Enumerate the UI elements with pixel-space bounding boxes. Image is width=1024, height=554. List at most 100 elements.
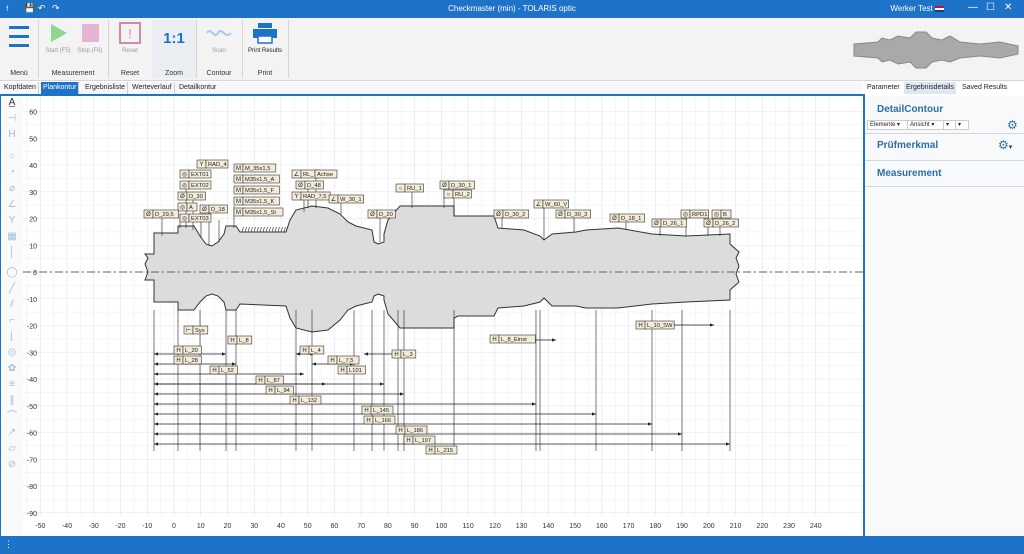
measure-label-l20[interactable]: H L_20 bbox=[173, 345, 202, 355]
slope-tool-icon[interactable]: ╱ bbox=[6, 283, 18, 295]
measure-label-m35c[interactable]: M M35x1,5_F bbox=[233, 185, 280, 195]
parallel-tool-icon[interactable]: ∥ bbox=[6, 395, 18, 407]
plan-contour-view[interactable]: A̲ ⊣ H ○ ◔ ⌀ ∠ Y ▦ │ ◯ ╱ ⫽ ⌐ ⌊ ◎ ✿ ≡ ∥ ⌒… bbox=[0, 94, 865, 538]
menu-hamburger-icon[interactable] bbox=[9, 26, 29, 47]
tab-kopfdaten[interactable]: Kopfdaten bbox=[2, 82, 39, 94]
radius-tool-icon[interactable]: Y bbox=[6, 215, 18, 227]
angle-tool-icon[interactable]: ∠ bbox=[6, 199, 18, 211]
measure-label-text: EXT02 bbox=[191, 183, 209, 189]
measure-label-l52[interactable]: H L_52 bbox=[209, 365, 238, 375]
measure-label-w301[interactable]: ∠ W_30_1 bbox=[328, 194, 364, 204]
measure-label-d302[interactable]: Ø D_30_2 bbox=[493, 209, 529, 219]
cursor-tool-icon[interactable]: A̲ bbox=[6, 97, 18, 109]
measure-label-text: D_30_2 bbox=[505, 212, 525, 218]
ellipse-tool-icon[interactable]: ◯ bbox=[6, 267, 18, 279]
concentric-tool-icon[interactable]: ◎ bbox=[6, 347, 18, 359]
measure-label-l145[interactable]: H L_145 bbox=[361, 405, 394, 415]
measure-label-l8einst[interactable]: H L_8_Einst bbox=[489, 334, 536, 344]
double-slope-tool-icon[interactable]: ⫽ bbox=[6, 299, 18, 311]
gear-tool-icon[interactable]: ✿ bbox=[6, 363, 18, 375]
tab-plankontur[interactable]: Plankontur bbox=[41, 82, 80, 94]
line-tool-icon[interactable]: │ bbox=[6, 247, 18, 259]
measure-label-rad75[interactable]: Y RAD_7,5 bbox=[291, 191, 331, 201]
measure-label-l197[interactable]: H L_197 bbox=[403, 435, 436, 445]
detail-settings-gear-icon[interactable]: ⚙ bbox=[1007, 118, 1018, 132]
measure-label-d301[interactable]: Ø D_30_1 bbox=[439, 180, 475, 190]
user-name[interactable]: 👤 Werker Test bbox=[878, 4, 944, 13]
view-option2-dropdown[interactable]: ▾ bbox=[955, 120, 969, 130]
measure-label-l75[interactable]: H L_7,5 bbox=[327, 355, 360, 365]
measure-label-l132[interactable]: H L_132 bbox=[289, 395, 322, 405]
distance-tool-icon[interactable]: H bbox=[6, 129, 18, 141]
measure-label-l166[interactable]: H L_166 bbox=[363, 415, 396, 425]
tab-saved-results[interactable]: Saved Results bbox=[960, 82, 1009, 94]
runout-tool-icon[interactable]: ↗ bbox=[6, 427, 18, 439]
flatness-tool-icon[interactable]: ▱ bbox=[6, 443, 18, 455]
measure-label-d261[interactable]: Ø D_26_1 bbox=[651, 218, 687, 228]
measure-label-l3[interactable]: H L_3 bbox=[391, 349, 417, 359]
measure-label-l101[interactable]: H L101 bbox=[337, 365, 366, 375]
measure-label-d303[interactable]: Ø D_30_3 bbox=[555, 209, 591, 219]
measure-label-m35e[interactable]: M M35x1,5_St bbox=[233, 207, 284, 217]
measure-label-b[interactable]: ◎ B bbox=[711, 209, 732, 219]
reset-button[interactable]: ! Reset bbox=[110, 22, 150, 54]
measure-label-ru1[interactable]: ○ RU_1 bbox=[395, 183, 424, 193]
measure-label-l94[interactable]: H L_94 bbox=[265, 385, 294, 395]
ansicht-dropdown[interactable]: Ansicht ▾ bbox=[907, 120, 945, 130]
hatch-tool-icon[interactable]: ≡ bbox=[6, 379, 18, 391]
measure-label-d295[interactable]: Ø D_29,5 bbox=[143, 209, 179, 219]
measure-label-sys[interactable]: ⊢ Sys bbox=[183, 325, 209, 335]
measure-label-achse[interactable]: Achse bbox=[314, 169, 338, 179]
zoom-button[interactable]: 1:1 bbox=[152, 30, 196, 47]
tab-detailkontur[interactable]: Detailkontur bbox=[177, 82, 218, 94]
status-menu-icon[interactable]: ⋮ bbox=[4, 539, 13, 550]
measure-label-d18[interactable]: Ø D_18 bbox=[199, 204, 228, 214]
tab-ergebnisdetails[interactable]: Ergebnisdetails bbox=[904, 82, 956, 94]
measure-label-a[interactable]: ◎ A bbox=[177, 202, 198, 212]
measure-label-ext02[interactable]: ◎ EXT02 bbox=[179, 180, 212, 190]
close-button[interactable]: ✕ bbox=[1004, 2, 1012, 13]
measure-label-l4[interactable]: H L_4 bbox=[299, 345, 325, 355]
measure-label-d30[interactable]: Ø D_30 bbox=[177, 191, 206, 201]
step-tool-icon[interactable]: ⌐ bbox=[6, 315, 18, 327]
measure-label-m35a[interactable]: M M_35x1,5 bbox=[233, 163, 277, 173]
thread-tool-icon[interactable]: ▦ bbox=[6, 231, 18, 243]
tab-ergebnisliste[interactable]: Ergebnisliste bbox=[83, 82, 129, 94]
position-tool-icon[interactable]: ⊘ bbox=[6, 459, 18, 471]
measure-label-d181[interactable]: Ø D_18_1 bbox=[609, 213, 645, 223]
contour-plot[interactable]: 6050403020100-10-20-30-40-50-60-70-80-90… bbox=[23, 96, 863, 538]
circle-tool-icon[interactable]: ○ bbox=[6, 151, 18, 163]
scan-button[interactable]: Scan bbox=[199, 22, 239, 54]
measure-label-ext01[interactable]: ◎ EXT01 bbox=[179, 169, 212, 179]
print-results-button[interactable]: Print Results bbox=[245, 22, 285, 54]
measure-label-l87[interactable]: H L_87 bbox=[255, 375, 284, 385]
elemente-dropdown[interactable]: Elemente ▾ bbox=[867, 120, 909, 130]
measure-label-d262[interactable]: Ø D_26_2 bbox=[703, 218, 739, 228]
measure-label-rad4[interactable]: Y RAD_4 bbox=[196, 159, 229, 169]
measure-label-l186[interactable]: H L_186 bbox=[395, 425, 428, 435]
measure-label-l215[interactable]: H L_215 bbox=[425, 445, 458, 455]
pruefmerkmal-gear-icon[interactable]: ⚙▾ bbox=[998, 138, 1012, 152]
measure-label-ru2[interactable]: ○ RU_2 bbox=[443, 189, 472, 199]
measure-label-m35b[interactable]: M M35x1,5_A bbox=[233, 174, 280, 184]
profile-tool-icon[interactable]: ⌊ bbox=[6, 331, 18, 343]
stop-button[interactable]: Stop (F6) bbox=[70, 22, 110, 54]
diameter-tool-icon[interactable]: ⌀ bbox=[6, 183, 18, 195]
vertical-line-tool-icon[interactable]: ⊣ bbox=[6, 113, 18, 125]
maximize-button[interactable]: ☐ bbox=[986, 2, 995, 13]
measure-label-m35d[interactable]: M M35x1,5_K bbox=[233, 196, 280, 206]
measure-label-w60v[interactable]: ∠ W_60_V bbox=[533, 199, 569, 209]
minimize-button[interactable]: — bbox=[968, 2, 978, 13]
tab-werteverlauf[interactable]: Werteverlauf bbox=[130, 82, 175, 94]
tab-parameter[interactable]: Parameter bbox=[865, 82, 902, 94]
curve-tool-icon[interactable]: ⌒ bbox=[6, 411, 18, 423]
measure-label-ext03[interactable]: ◎ EXT03 bbox=[179, 213, 212, 223]
measure-label-d48[interactable]: Ø D_48 bbox=[295, 180, 324, 190]
measure-label-rpd1[interactable]: ◎ RPD1 bbox=[680, 209, 709, 219]
measure-label-l28[interactable]: H L_28 bbox=[173, 355, 202, 365]
arc-tool-icon[interactable]: ◔ bbox=[6, 167, 18, 179]
measure-symbol-icon: Ø bbox=[496, 212, 501, 218]
measure-label-l8[interactable]: H L_8 bbox=[227, 335, 253, 345]
measure-label-d20[interactable]: Ø D_20 bbox=[367, 209, 396, 219]
measure-label-l10sw[interactable]: H L_10_SW bbox=[635, 320, 675, 330]
